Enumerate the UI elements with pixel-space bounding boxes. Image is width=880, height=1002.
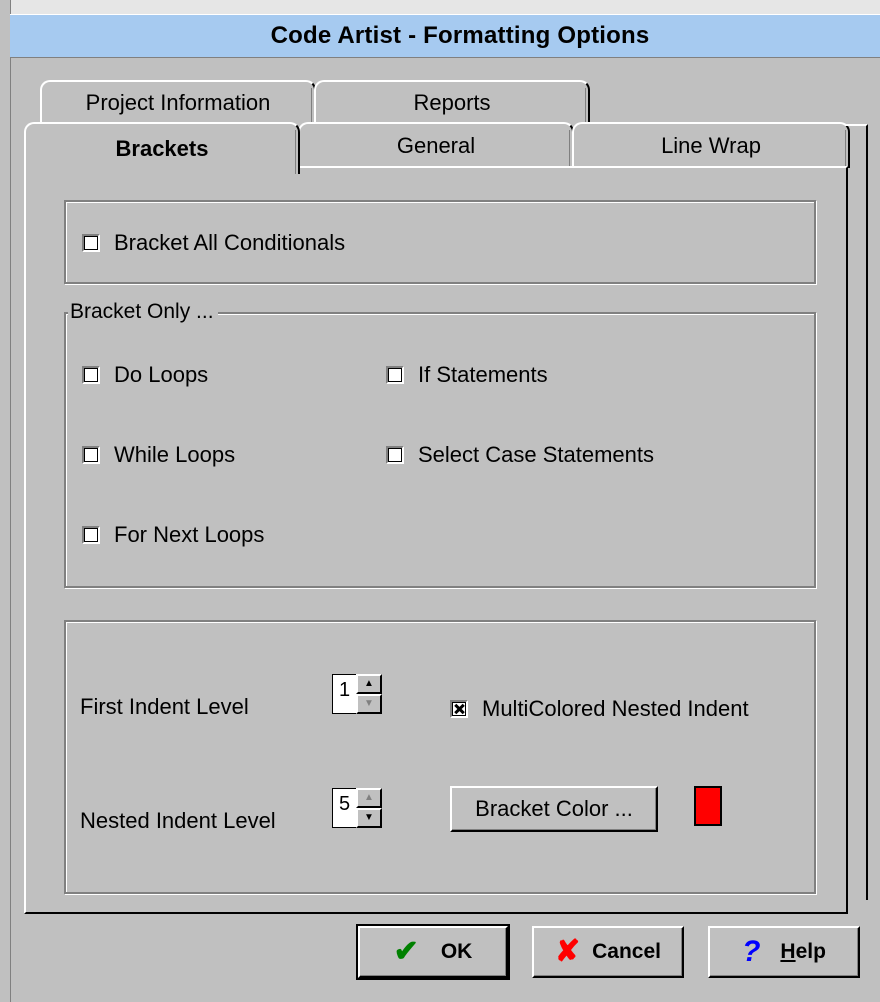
tab-label: Line Wrap xyxy=(661,133,761,158)
title-bar[interactable]: Code Artist - Formatting Options xyxy=(10,14,880,58)
spin-up-icon[interactable]: ▲ xyxy=(356,788,382,808)
bracket-color-swatch xyxy=(694,786,722,826)
tab-brackets[interactable]: Brackets xyxy=(24,122,300,174)
do-loops-checkbox[interactable]: Do Loops xyxy=(82,362,208,388)
tab-label: General xyxy=(396,133,476,158)
spin-up-icon[interactable]: ▲ xyxy=(356,674,382,694)
tab-label: Reports xyxy=(413,90,491,115)
first-indent-level-label: First Indent Level xyxy=(80,694,249,719)
checkbox-box xyxy=(82,446,100,464)
button-label: Help xyxy=(780,940,826,963)
bracket-all-conditionals-checkbox[interactable]: Bracket All Conditionals xyxy=(82,230,345,256)
question-icon: ? xyxy=(742,935,761,968)
check-icon: ✔ xyxy=(393,935,419,968)
window-top-edge xyxy=(10,0,880,14)
window-left-border xyxy=(0,0,11,1002)
group-legend: Bracket Only ... xyxy=(68,300,218,324)
tab-label: Project Information xyxy=(85,90,271,115)
nested-indent-level-label: Nested Indent Level xyxy=(80,808,276,833)
checkbox-box xyxy=(386,446,404,464)
spinner-value[interactable]: 5 xyxy=(332,788,356,828)
help-button[interactable]: ? Help xyxy=(708,926,860,978)
checkbox-box xyxy=(82,366,100,384)
tab-line-wrap[interactable]: Line Wrap xyxy=(572,122,850,168)
bracket-only-group: Bracket Only ... Do Loops While Loops Fo… xyxy=(64,300,816,588)
checkbox-label: If Statements xyxy=(418,362,548,387)
select-case-statements-checkbox[interactable]: Select Case Statements xyxy=(386,442,654,468)
button-label: Cancel xyxy=(592,940,661,963)
multicolored-nested-indent-checkbox[interactable]: MultiColored Nested Indent xyxy=(450,696,749,722)
spinner-value[interactable]: 1 xyxy=(332,674,356,714)
formatting-options-window: Code Artist - Formatting Options Project… xyxy=(0,0,880,1002)
checkbox-label: While Loops xyxy=(114,442,236,467)
indent-group: First Indent Level 1 ▲ ▼ Nested Indent L… xyxy=(64,620,816,894)
checkbox-label: MultiColored Nested Indent xyxy=(482,696,749,721)
checkbox-label: Select Case Statements xyxy=(418,442,655,467)
ok-button[interactable]: ✔ OK xyxy=(356,924,510,980)
button-label: OK xyxy=(440,940,473,963)
tab-reports[interactable]: Reports xyxy=(314,80,590,124)
if-statements-checkbox[interactable]: If Statements xyxy=(386,362,548,388)
while-loops-checkbox[interactable]: While Loops xyxy=(82,442,235,468)
checkbox-box-checked xyxy=(450,700,468,718)
checkbox-box xyxy=(386,366,404,384)
checkbox-box xyxy=(82,234,100,252)
spinner-buttons: ▲ ▼ xyxy=(356,788,382,828)
spinner-buttons: ▲ ▼ xyxy=(356,674,382,714)
spin-down-icon[interactable]: ▼ xyxy=(356,694,382,714)
window-title: Code Artist - Formatting Options xyxy=(270,22,650,49)
checkbox-label: Do Loops xyxy=(114,362,209,387)
bracket-color-button[interactable]: Bracket Color ... xyxy=(450,786,658,832)
checkbox-box xyxy=(82,526,100,544)
brackets-tab-panel: Bracket All Conditionals Bracket Only ..… xyxy=(24,166,848,914)
tab-general[interactable]: General xyxy=(298,122,574,168)
for-next-loops-checkbox[interactable]: For Next Loops xyxy=(82,522,264,548)
cancel-button[interactable]: ✘ Cancel xyxy=(532,926,684,978)
tab-label: Brackets xyxy=(115,136,209,161)
x-icon: ✘ xyxy=(554,935,581,968)
nested-indent-level-spinner[interactable]: 5 ▲ ▼ xyxy=(332,788,382,830)
first-indent-level-spinner[interactable]: 1 ▲ ▼ xyxy=(332,674,382,716)
tab-project-information[interactable]: Project Information xyxy=(40,80,316,124)
spin-down-icon[interactable]: ▼ xyxy=(356,808,382,828)
checkbox-label: Bracket All Conditionals xyxy=(114,230,346,255)
bracket-all-group: Bracket All Conditionals xyxy=(64,200,816,284)
checkbox-label: For Next Loops xyxy=(114,522,265,547)
button-label: Bracket Color ... xyxy=(475,796,633,821)
tab-stack-edge xyxy=(846,124,868,900)
